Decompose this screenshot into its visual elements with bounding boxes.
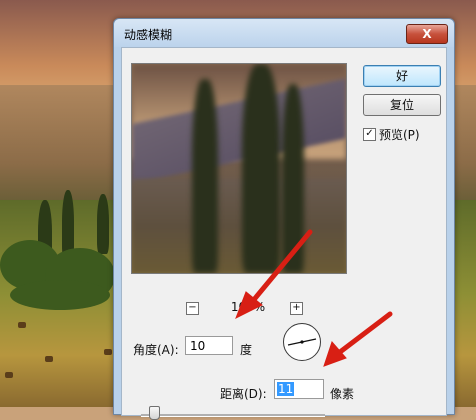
background-bale	[5, 372, 13, 378]
background-tree	[97, 194, 109, 254]
angle-label: 角度(A):	[133, 343, 179, 357]
reset-button[interactable]: 复位	[363, 94, 441, 116]
close-icon: X	[422, 27, 432, 41]
background-bale	[45, 356, 53, 362]
motion-blur-dialog: 动感模糊 X − 100% + 好 复位 ✓ 预览(P) 角度(A): 度	[113, 18, 455, 420]
background-bush	[10, 280, 110, 310]
distance-unit: 像素	[330, 387, 355, 401]
zoom-in-button[interactable]: +	[290, 302, 303, 315]
zoom-level: 100%	[230, 300, 266, 314]
distance-label: 距离(D):	[220, 387, 267, 401]
distance-slider-track[interactable]	[141, 414, 325, 417]
angle-input[interactable]	[185, 336, 233, 355]
preview-checkbox-label: 预览(P)	[379, 128, 420, 142]
ok-button[interactable]: 好	[363, 65, 441, 87]
angle-dial-icon[interactable]	[283, 323, 321, 361]
distance-input[interactable]: 11	[274, 379, 324, 399]
distance-value-selected: 11	[277, 382, 295, 396]
close-button[interactable]: X	[406, 24, 448, 44]
preview-image[interactable]	[131, 63, 347, 274]
dialog-body: − 100% + 好 复位 ✓ 预览(P) 角度(A): 度 距离(D): 11…	[121, 47, 447, 420]
preview-cypress	[192, 79, 218, 273]
dialog-title: 动感模糊	[124, 28, 173, 42]
zoom-out-button[interactable]: −	[186, 302, 199, 315]
preview-checkbox[interactable]: ✓	[363, 128, 376, 141]
background-bale	[104, 349, 112, 355]
distance-slider-thumb[interactable]	[149, 406, 160, 420]
angle-unit: 度	[240, 343, 253, 357]
background-bale	[18, 322, 26, 328]
title-bar[interactable]: 动感模糊 X	[114, 19, 454, 47]
preview-wall	[132, 179, 346, 273]
preview-cypress	[282, 84, 304, 273]
preview-cypress	[242, 64, 280, 273]
